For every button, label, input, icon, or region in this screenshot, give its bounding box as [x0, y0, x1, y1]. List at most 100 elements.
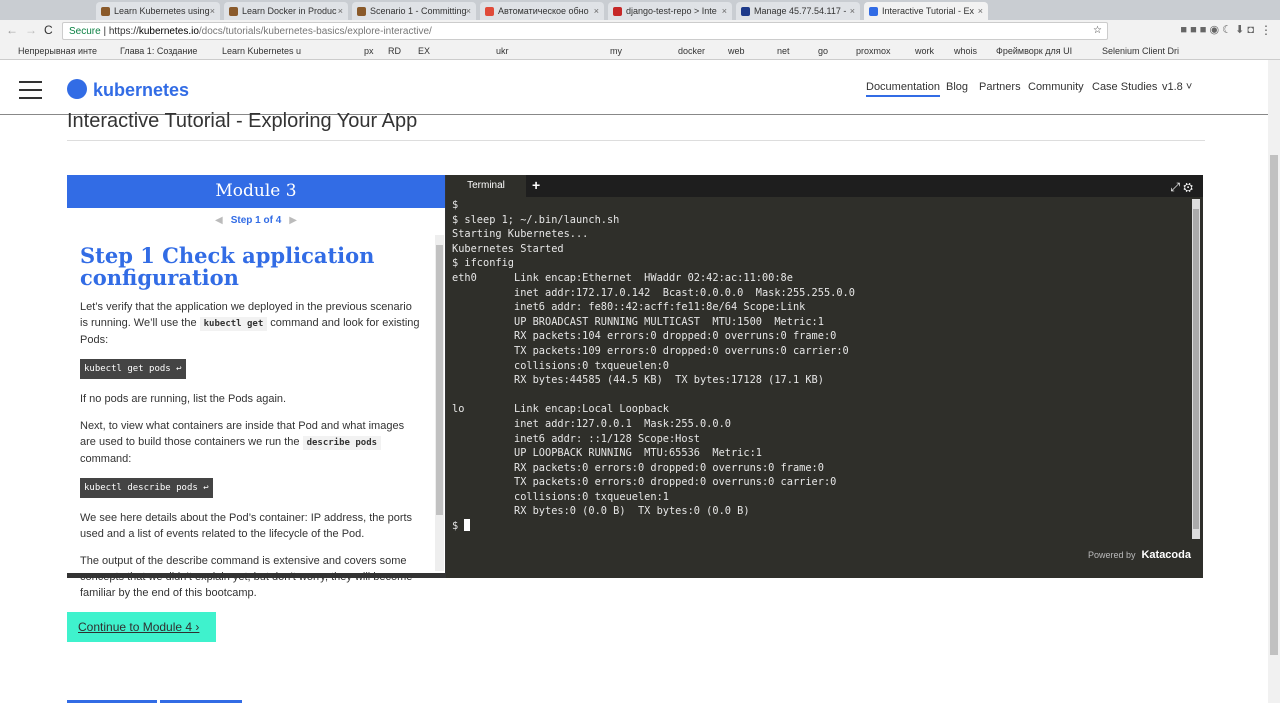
bookmark-item[interactable]: proxmox — [856, 46, 891, 56]
reload-icon[interactable]: C — [44, 23, 53, 37]
close-tab-icon[interactable]: × — [338, 6, 343, 16]
bookmark-item[interactable]: docker — [678, 46, 705, 56]
back-icon[interactable]: ← — [6, 23, 18, 37]
instructions-panel: Module 3 ◀ Step 1 of 4 ▶ Step 1 Check appl… — [67, 175, 445, 599]
close-tab-icon[interactable]: × — [594, 6, 599, 16]
paragraph: The output of the describe command is ex… — [80, 555, 413, 599]
bookmark-item[interactable]: my — [610, 46, 622, 56]
helm-wheel-icon — [67, 79, 87, 99]
add-terminal-icon[interactable]: + — [532, 177, 540, 193]
url-input[interactable]: Secure | https://kubernetes.io/docs/tuto… — [62, 22, 1108, 40]
star-icon[interactable]: ☆ — [1093, 25, 1102, 36]
favicon-icon — [485, 7, 494, 16]
favicon-icon — [741, 7, 750, 16]
url-path: /docs/tutorials/kubernetes-basics/explor… — [198, 26, 432, 37]
bookmark-item[interactable]: Непрерывная инте — [18, 46, 97, 56]
paragraph: Next, to view what containers are inside… — [80, 418, 422, 467]
browser-tab[interactable]: Manage 45.77.54.117 - × — [736, 2, 860, 20]
terminal-panel[interactable]: Terminal + ⤢ ⚙ $ $ sleep 1; ~/.bin/launc… — [446, 175, 1203, 578]
step-navigator: ◀ Step 1 of 4 ▶ — [67, 215, 445, 226]
bookmark-item[interactable]: EX — [418, 46, 430, 56]
bookmark-item[interactable]: px — [364, 46, 374, 56]
menu-icon[interactable]: ⋮ — [1260, 23, 1272, 37]
secure-label: Secure — [69, 26, 101, 37]
terminal-cursor — [464, 519, 471, 532]
close-tab-icon[interactable]: × — [210, 6, 215, 16]
bookmark-item[interactable]: work — [915, 46, 934, 56]
divider — [67, 140, 1205, 141]
bookmark-item[interactable]: net — [777, 46, 790, 56]
bookmark-item[interactable]: Глава 1: Создание — [120, 46, 197, 56]
close-tab-icon[interactable]: × — [722, 6, 727, 16]
tab-title: django-test-repo > Inte — [626, 6, 717, 16]
terminal-prompt: $ — [452, 520, 465, 533]
inline-code: describe pods — [302, 436, 382, 450]
extensions-icons[interactable]: ■ ■ ■ ◉ ☾ ⬇ ◘ — [1180, 23, 1254, 36]
tab-title: Manage 45.77.54.117 - — [754, 6, 847, 16]
tab-title: Learn Docker in Produc — [242, 6, 337, 16]
bookmark-item[interactable]: web — [728, 46, 745, 56]
favicon-icon — [869, 7, 878, 16]
bookmarks-bar: Непрерывная инте Глава 1: Создание Learn K… — [0, 42, 1280, 60]
bookmark-item[interactable]: go — [818, 46, 828, 56]
powered-by-katacoda[interactable]: Powered by Katacoda — [1088, 549, 1191, 561]
page-scrollbar[interactable] — [1268, 60, 1280, 703]
browser-tab[interactable]: Автоматическое обно × — [480, 2, 604, 20]
fullscreen-icon[interactable]: ⤢ — [1170, 180, 1180, 194]
favicon-icon — [101, 7, 110, 16]
terminal-scrollbar[interactable] — [1192, 199, 1200, 539]
terminal-tabs: Terminal + ⤢ ⚙ — [446, 175, 1203, 197]
bookmark-item[interactable]: whois — [954, 46, 977, 56]
page-title: Interactive Tutorial - Exploring Your Ap… — [67, 110, 418, 132]
bookmark-item[interactable]: ukr — [496, 46, 509, 56]
gear-icon[interactable]: ⚙ — [1183, 180, 1193, 194]
paragraph: Let’s verify that the application we dep… — [80, 299, 422, 348]
tab-title: Автоматическое обно — [498, 6, 589, 16]
tab-title: Interactive Tutorial - Ex — [882, 6, 975, 16]
katacoda-logo: Katacoda — [1141, 549, 1191, 561]
nav-partners[interactable]: Partners — [979, 81, 1021, 93]
terminal-output[interactable]: $ $ sleep 1; ~/.bin/launch.sh Starting K… — [452, 198, 855, 534]
instructions-scrollbar[interactable] — [435, 235, 444, 571]
next-step-icon[interactable]: ▶ — [289, 215, 297, 226]
hamburger-menu-icon[interactable] — [19, 81, 42, 105]
bookmark-item[interactable]: Selenium Client Dri — [1102, 46, 1179, 56]
site-header: kubernetes Documentation Blog Partners C… — [0, 60, 1268, 115]
logo-text: kubernetes — [93, 80, 190, 100]
tab-title: Scenario 1 - Committing — [370, 6, 467, 16]
browser-tab[interactable]: Learn Kubernetes using × — [96, 2, 220, 20]
step-heading: Step 1 Check application configuration — [80, 243, 375, 290]
bookmark-item[interactable]: Learn Kubernetes u — [222, 46, 301, 56]
module-title: Module 3 — [67, 175, 445, 208]
run-command-kubectl-get-pods[interactable]: kubectl get pods ↩ — [80, 359, 186, 379]
address-bar-row: ← → C Secure | https://kubernetes.io/doc… — [0, 20, 1280, 42]
nav-case-studies[interactable]: Case Studies — [1092, 81, 1157, 93]
terminal-text: $ $ sleep 1; ~/.bin/launch.sh Starting K… — [452, 199, 855, 518]
version-dropdown[interactable]: v1.8 ˅ — [1162, 81, 1192, 93]
browser-tab[interactable]: django-test-repo > Inte × — [608, 2, 732, 20]
step-label: Step 1 of 4 — [230, 215, 282, 226]
paragraph: If no pods are running, list the Pods ag… — [80, 393, 287, 405]
paragraph: We see here details about the Pod’s cont… — [80, 512, 413, 540]
bookmark-item[interactable]: Фреймворк для UI — [996, 46, 1072, 56]
close-tab-icon[interactable]: × — [850, 6, 855, 16]
text: command: — [80, 453, 132, 465]
tab-terminal[interactable]: Terminal — [446, 175, 526, 197]
browser-tab[interactable]: Learn Docker in Produc × — [224, 2, 348, 20]
kubernetes-logo[interactable]: kubernetes — [67, 79, 189, 101]
url-scheme: https:// — [108, 26, 139, 37]
inline-code: kubectl get — [199, 317, 268, 331]
close-tab-icon[interactable]: × — [466, 6, 471, 16]
continue-to-module-4-button[interactable]: Continue to Module 4 › — [67, 612, 216, 642]
forward-icon[interactable]: → — [25, 23, 37, 37]
nav-blog[interactable]: Blog — [946, 81, 968, 93]
close-tab-icon[interactable]: × — [978, 6, 983, 16]
nav-documentation[interactable]: Documentation — [866, 81, 940, 97]
prev-step-icon[interactable]: ◀ — [215, 215, 223, 226]
favicon-icon — [613, 7, 622, 16]
browser-tab[interactable]: Interactive Tutorial - Ex × — [864, 2, 988, 20]
browser-tab[interactable]: Scenario 1 - Committing × — [352, 2, 476, 20]
bookmark-item[interactable]: RD — [388, 46, 401, 56]
run-command-kubectl-describe-pods[interactable]: kubectl describe pods ↩ — [80, 478, 213, 498]
nav-community[interactable]: Community — [1028, 81, 1084, 93]
